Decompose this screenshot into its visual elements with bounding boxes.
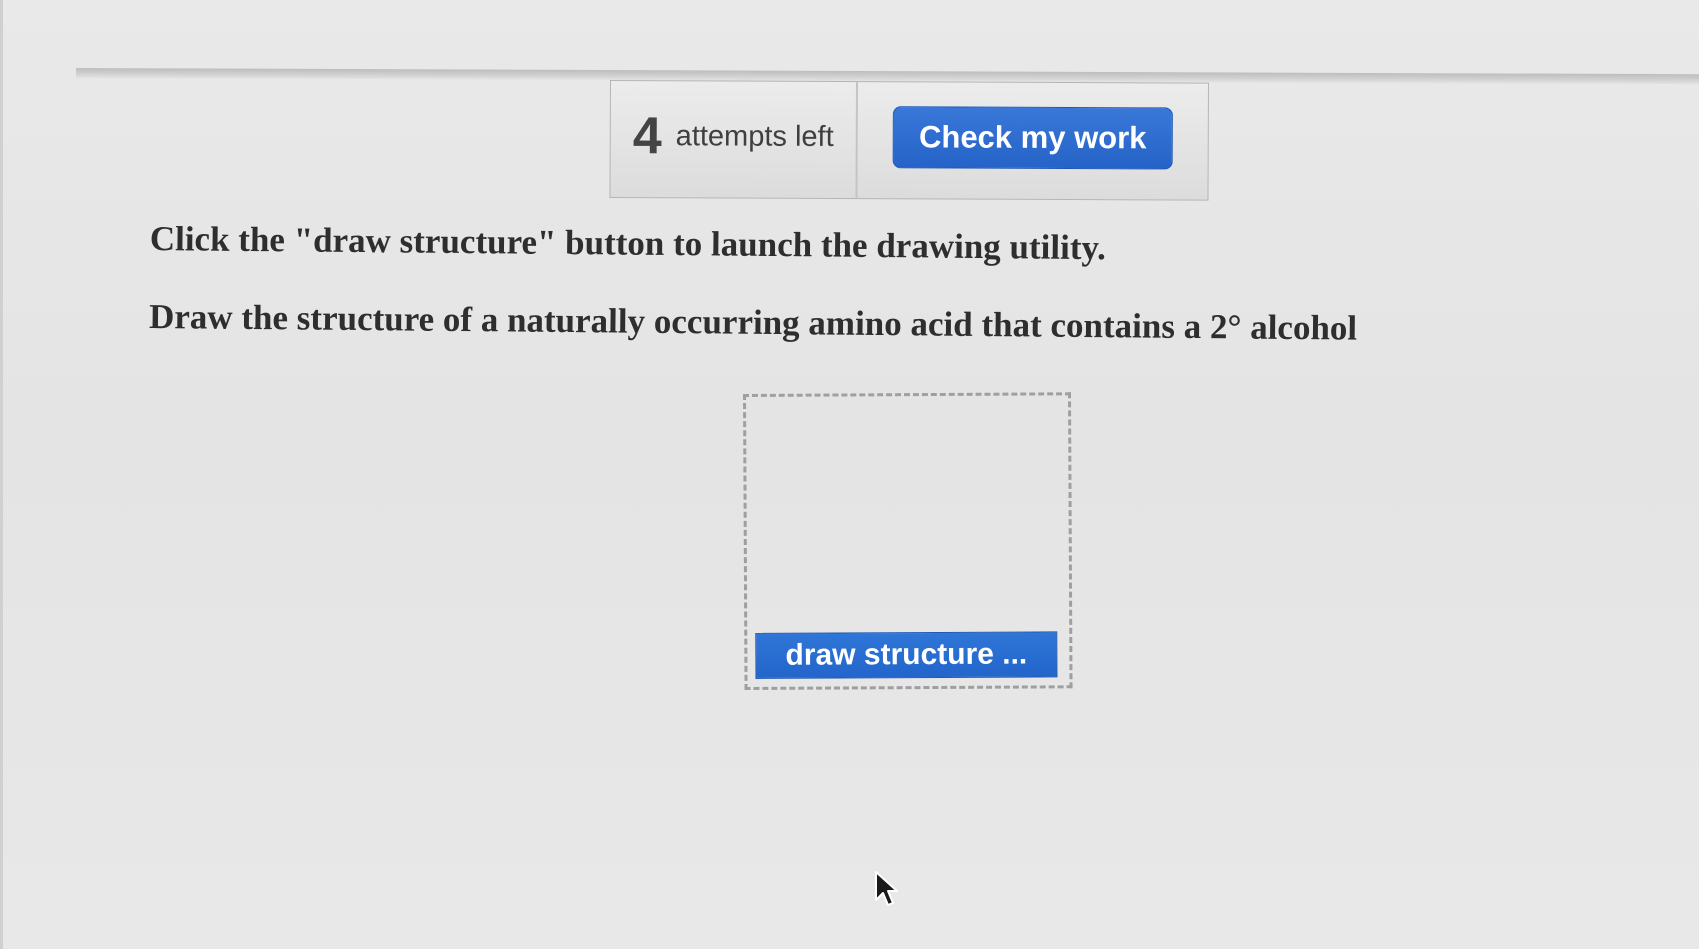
screen-edge — [0, 0, 3, 949]
instruction-text: Click the "draw structure" button to lau… — [149, 218, 1106, 268]
check-my-work-button[interactable]: Check my work — [892, 106, 1173, 170]
attempts-count: 4 — [632, 107, 662, 166]
question-text: Draw the structure of a naturally occurr… — [148, 296, 1358, 348]
assignment-action-bar: 4 attempts left Check my work — [609, 80, 1209, 201]
mouse-pointer-icon — [875, 871, 898, 906]
check-cell: Check my work — [857, 82, 1208, 200]
draw-structure-button[interactable]: draw structure ... — [755, 631, 1058, 679]
attempts-label: attempts left — [675, 119, 834, 153]
question-prompt: Click the "draw structure" button to lau… — [149, 218, 1450, 350]
attempts-indicator: 4 attempts left — [610, 81, 858, 199]
structure-drawing-area: draw structure ... — [743, 392, 1073, 690]
